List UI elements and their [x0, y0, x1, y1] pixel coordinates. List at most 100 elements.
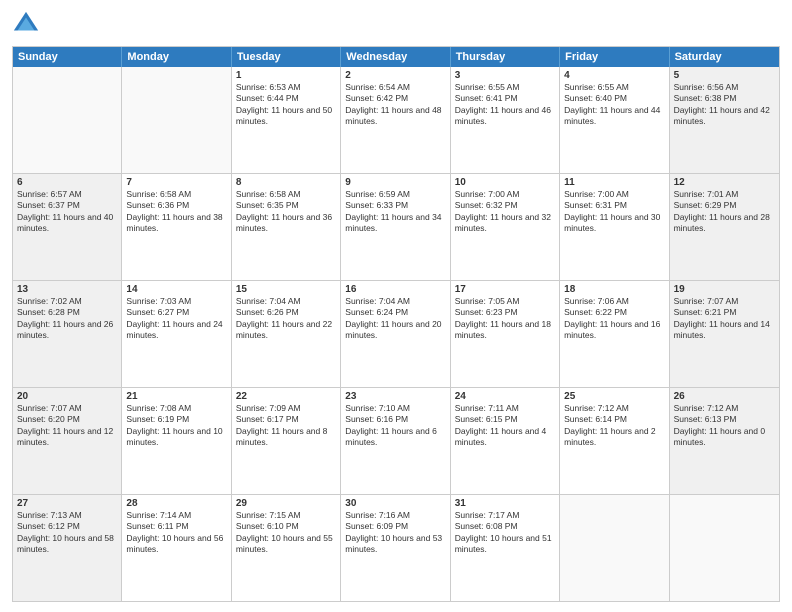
cal-cell: 15Sunrise: 7:04 AMSunset: 6:26 PMDayligh… [232, 281, 341, 387]
day-number: 22 [236, 391, 336, 402]
cell-info: Sunrise: 7:08 AMSunset: 6:19 PMDaylight:… [126, 403, 226, 449]
cal-cell: 10Sunrise: 7:00 AMSunset: 6:32 PMDayligh… [451, 174, 560, 280]
cell-info: Sunrise: 7:02 AMSunset: 6:28 PMDaylight:… [17, 296, 117, 342]
day-number: 9 [345, 177, 445, 188]
cal-cell: 9Sunrise: 6:59 AMSunset: 6:33 PMDaylight… [341, 174, 450, 280]
cell-info: Sunrise: 7:04 AMSunset: 6:24 PMDaylight:… [345, 296, 445, 342]
cal-cell: 11Sunrise: 7:00 AMSunset: 6:31 PMDayligh… [560, 174, 669, 280]
cell-info: Sunrise: 6:55 AMSunset: 6:41 PMDaylight:… [455, 82, 555, 128]
cal-cell: 28Sunrise: 7:14 AMSunset: 6:11 PMDayligh… [122, 495, 231, 601]
day-number: 1 [236, 70, 336, 81]
cell-info: Sunrise: 7:12 AMSunset: 6:13 PMDaylight:… [674, 403, 775, 449]
calendar-header: SundayMondayTuesdayWednesdayThursdayFrid… [13, 47, 779, 67]
day-number: 24 [455, 391, 555, 402]
cal-cell: 6Sunrise: 6:57 AMSunset: 6:37 PMDaylight… [13, 174, 122, 280]
calendar-row-1: 6Sunrise: 6:57 AMSunset: 6:37 PMDaylight… [13, 173, 779, 280]
cell-info: Sunrise: 6:56 AMSunset: 6:38 PMDaylight:… [674, 82, 775, 128]
cell-info: Sunrise: 6:58 AMSunset: 6:35 PMDaylight:… [236, 189, 336, 235]
cal-cell: 1Sunrise: 6:53 AMSunset: 6:44 PMDaylight… [232, 67, 341, 173]
day-number: 4 [564, 70, 664, 81]
day-number: 6 [17, 177, 117, 188]
cell-info: Sunrise: 7:01 AMSunset: 6:29 PMDaylight:… [674, 189, 775, 235]
cell-info: Sunrise: 7:05 AMSunset: 6:23 PMDaylight:… [455, 296, 555, 342]
cal-cell [670, 495, 779, 601]
logo [12, 10, 44, 38]
cal-cell: 25Sunrise: 7:12 AMSunset: 6:14 PMDayligh… [560, 388, 669, 494]
day-number: 18 [564, 284, 664, 295]
calendar-row-2: 13Sunrise: 7:02 AMSunset: 6:28 PMDayligh… [13, 280, 779, 387]
cell-info: Sunrise: 6:59 AMSunset: 6:33 PMDaylight:… [345, 189, 445, 235]
cell-info: Sunrise: 7:16 AMSunset: 6:09 PMDaylight:… [345, 510, 445, 556]
cal-cell: 2Sunrise: 6:54 AMSunset: 6:42 PMDaylight… [341, 67, 450, 173]
cal-cell [122, 67, 231, 173]
day-number: 16 [345, 284, 445, 295]
cell-info: Sunrise: 7:07 AMSunset: 6:21 PMDaylight:… [674, 296, 775, 342]
header-day-saturday: Saturday [670, 47, 779, 67]
calendar-row-0: 1Sunrise: 6:53 AMSunset: 6:44 PMDaylight… [13, 67, 779, 173]
cal-cell: 7Sunrise: 6:58 AMSunset: 6:36 PMDaylight… [122, 174, 231, 280]
cal-cell: 19Sunrise: 7:07 AMSunset: 6:21 PMDayligh… [670, 281, 779, 387]
day-number: 14 [126, 284, 226, 295]
cell-info: Sunrise: 6:58 AMSunset: 6:36 PMDaylight:… [126, 189, 226, 235]
header [12, 10, 780, 38]
day-number: 17 [455, 284, 555, 295]
day-number: 2 [345, 70, 445, 81]
page: SundayMondayTuesdayWednesdayThursdayFrid… [0, 0, 792, 612]
cell-info: Sunrise: 7:09 AMSunset: 6:17 PMDaylight:… [236, 403, 336, 449]
cal-cell: 4Sunrise: 6:55 AMSunset: 6:40 PMDaylight… [560, 67, 669, 173]
cell-info: Sunrise: 7:13 AMSunset: 6:12 PMDaylight:… [17, 510, 117, 556]
cal-cell [13, 67, 122, 173]
day-number: 19 [674, 284, 775, 295]
day-number: 10 [455, 177, 555, 188]
cal-cell: 27Sunrise: 7:13 AMSunset: 6:12 PMDayligh… [13, 495, 122, 601]
cell-info: Sunrise: 7:04 AMSunset: 6:26 PMDaylight:… [236, 296, 336, 342]
cell-info: Sunrise: 6:57 AMSunset: 6:37 PMDaylight:… [17, 189, 117, 235]
cal-cell: 22Sunrise: 7:09 AMSunset: 6:17 PMDayligh… [232, 388, 341, 494]
cal-cell: 18Sunrise: 7:06 AMSunset: 6:22 PMDayligh… [560, 281, 669, 387]
day-number: 7 [126, 177, 226, 188]
cal-cell: 24Sunrise: 7:11 AMSunset: 6:15 PMDayligh… [451, 388, 560, 494]
header-day-sunday: Sunday [13, 47, 122, 67]
cal-cell: 14Sunrise: 7:03 AMSunset: 6:27 PMDayligh… [122, 281, 231, 387]
cal-cell: 17Sunrise: 7:05 AMSunset: 6:23 PMDayligh… [451, 281, 560, 387]
cal-cell: 5Sunrise: 6:56 AMSunset: 6:38 PMDaylight… [670, 67, 779, 173]
cell-info: Sunrise: 7:00 AMSunset: 6:31 PMDaylight:… [564, 189, 664, 235]
cell-info: Sunrise: 6:54 AMSunset: 6:42 PMDaylight:… [345, 82, 445, 128]
day-number: 11 [564, 177, 664, 188]
day-number: 23 [345, 391, 445, 402]
day-number: 21 [126, 391, 226, 402]
day-number: 30 [345, 498, 445, 509]
day-number: 15 [236, 284, 336, 295]
cell-info: Sunrise: 7:10 AMSunset: 6:16 PMDaylight:… [345, 403, 445, 449]
calendar-body: 1Sunrise: 6:53 AMSunset: 6:44 PMDaylight… [13, 67, 779, 601]
cell-info: Sunrise: 7:03 AMSunset: 6:27 PMDaylight:… [126, 296, 226, 342]
cell-info: Sunrise: 7:15 AMSunset: 6:10 PMDaylight:… [236, 510, 336, 556]
cal-cell: 13Sunrise: 7:02 AMSunset: 6:28 PMDayligh… [13, 281, 122, 387]
cell-info: Sunrise: 6:55 AMSunset: 6:40 PMDaylight:… [564, 82, 664, 128]
day-number: 3 [455, 70, 555, 81]
day-number: 25 [564, 391, 664, 402]
day-number: 26 [674, 391, 775, 402]
cell-info: Sunrise: 7:00 AMSunset: 6:32 PMDaylight:… [455, 189, 555, 235]
cell-info: Sunrise: 7:11 AMSunset: 6:15 PMDaylight:… [455, 403, 555, 449]
cal-cell: 16Sunrise: 7:04 AMSunset: 6:24 PMDayligh… [341, 281, 450, 387]
cell-info: Sunrise: 7:07 AMSunset: 6:20 PMDaylight:… [17, 403, 117, 449]
logo-icon [12, 10, 40, 38]
day-number: 20 [17, 391, 117, 402]
cell-info: Sunrise: 6:53 AMSunset: 6:44 PMDaylight:… [236, 82, 336, 128]
calendar: SundayMondayTuesdayWednesdayThursdayFrid… [12, 46, 780, 602]
day-number: 31 [455, 498, 555, 509]
cell-info: Sunrise: 7:12 AMSunset: 6:14 PMDaylight:… [564, 403, 664, 449]
cell-info: Sunrise: 7:17 AMSunset: 6:08 PMDaylight:… [455, 510, 555, 556]
cal-cell: 21Sunrise: 7:08 AMSunset: 6:19 PMDayligh… [122, 388, 231, 494]
cal-cell: 29Sunrise: 7:15 AMSunset: 6:10 PMDayligh… [232, 495, 341, 601]
cal-cell [560, 495, 669, 601]
cal-cell: 20Sunrise: 7:07 AMSunset: 6:20 PMDayligh… [13, 388, 122, 494]
cal-cell: 26Sunrise: 7:12 AMSunset: 6:13 PMDayligh… [670, 388, 779, 494]
day-number: 8 [236, 177, 336, 188]
cal-cell: 30Sunrise: 7:16 AMSunset: 6:09 PMDayligh… [341, 495, 450, 601]
cal-cell: 12Sunrise: 7:01 AMSunset: 6:29 PMDayligh… [670, 174, 779, 280]
cal-cell: 3Sunrise: 6:55 AMSunset: 6:41 PMDaylight… [451, 67, 560, 173]
header-day-monday: Monday [122, 47, 231, 67]
header-day-thursday: Thursday [451, 47, 560, 67]
